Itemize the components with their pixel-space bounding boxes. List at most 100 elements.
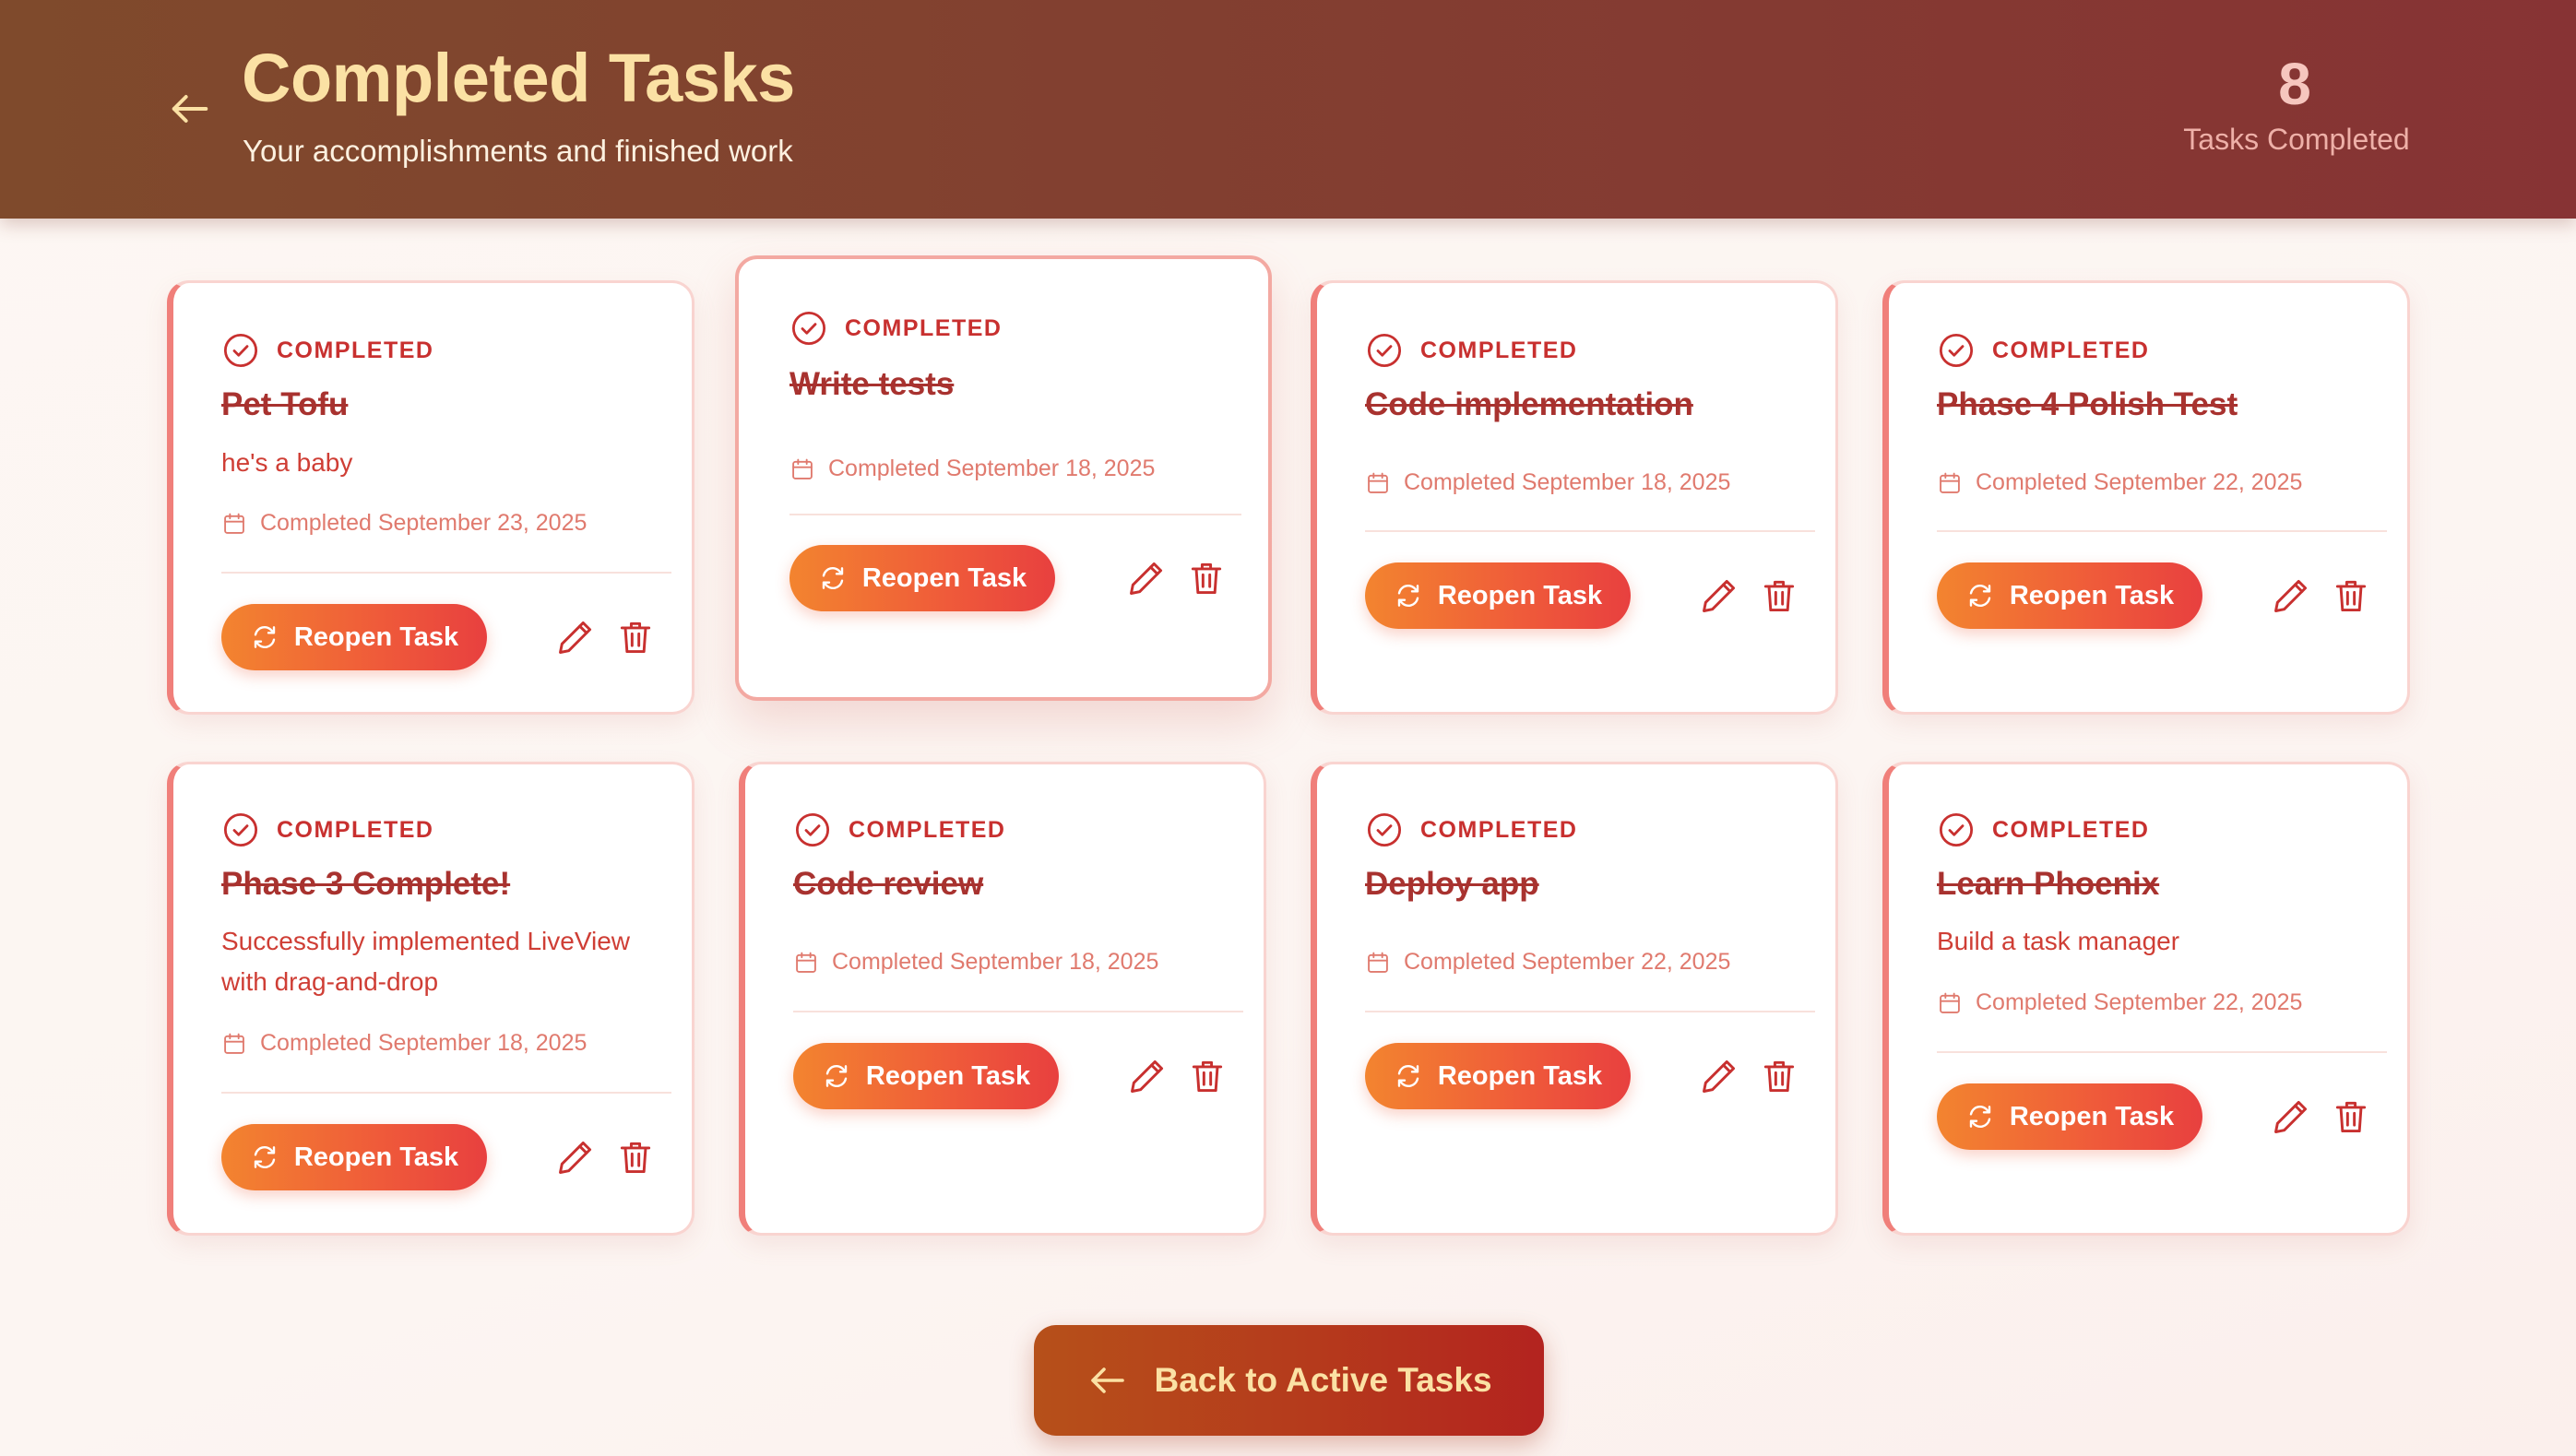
trash-icon[interactable] [2331, 1096, 2371, 1137]
task-description: Build a task manager [1937, 927, 2180, 955]
refresh-icon [254, 626, 276, 648]
status-badge-label: COMPLETED [277, 816, 434, 843]
card-divider [1365, 1011, 1815, 1012]
task-card-deploy-app: COMPLETED Deploy app Completed September… [1311, 762, 1838, 1236]
completed-date-text: Completed September 18, 2025 [832, 949, 1159, 975]
page-header: Completed Tasks Your accomplishments and… [0, 0, 2576, 219]
back-to-active-tasks-label: Back to Active Tasks [1154, 1361, 1492, 1399]
completed-date: Completed September 23, 2025 [221, 510, 587, 537]
refresh-icon [254, 1146, 276, 1168]
task-card-learn-phoenix: COMPLETED Learn Phoenix Build a task man… [1882, 762, 2410, 1236]
reopen-task-label: Reopen Task [2009, 1101, 2175, 1131]
calendar-icon [224, 513, 244, 534]
task-title: Code review [793, 866, 984, 902]
trash-icon[interactable] [1759, 575, 1799, 616]
completed-date-text: Completed September 22, 2025 [1976, 469, 2303, 495]
task-card-write-tests: COMPLETED Write tests Completed Septembe… [735, 255, 1272, 701]
arrow-left-icon[interactable] [166, 85, 214, 133]
task-title: Phase 4 Polish Test [1937, 386, 2238, 422]
pencil-icon[interactable] [2271, 575, 2311, 616]
calendar-icon [1368, 472, 1388, 493]
refresh-icon [1969, 585, 1991, 607]
card-divider [793, 1011, 1243, 1012]
reopen-task-button[interactable]: Reopen Task [793, 1043, 1059, 1109]
calendar-icon [1368, 952, 1388, 973]
card-divider [1937, 1051, 2387, 1053]
check-circle-icon [1939, 333, 1974, 368]
card-divider [221, 572, 671, 574]
status-badge-label: COMPLETED [849, 816, 1006, 843]
reopen-task-label: Reopen Task [1437, 1060, 1603, 1091]
completed-count-label: Tasks Completed [2183, 123, 2410, 156]
trash-icon[interactable] [1187, 1056, 1228, 1096]
trash-icon[interactable] [1759, 1056, 1799, 1096]
trash-icon[interactable] [1186, 558, 1227, 598]
status-badge-label: COMPLETED [845, 314, 1003, 341]
completed-date: Completed September 22, 2025 [1937, 989, 2302, 1016]
task-title: Code implementation [1365, 386, 1693, 422]
task-description: Successfully implemented LiveView with d… [221, 927, 631, 996]
completed-date-text: Completed September 18, 2025 [828, 456, 1156, 481]
task-card-code-implementation: COMPLETED Code implementation Completed … [1311, 280, 1838, 715]
status-badge: COMPLETED [221, 331, 433, 370]
reopen-task-button[interactable]: Reopen Task [1937, 562, 2202, 629]
status-badge-label: COMPLETED [277, 337, 434, 363]
completed-date-text: Completed September 18, 2025 [1404, 469, 1731, 495]
pencil-icon[interactable] [555, 617, 596, 657]
pencil-icon[interactable] [1127, 1056, 1168, 1096]
refresh-icon [1397, 585, 1419, 607]
completed-date: Completed September 22, 2025 [1937, 469, 2302, 496]
completed-date-text: Completed September 22, 2025 [1976, 989, 2303, 1015]
task-title: Learn Phoenix [1937, 866, 2160, 902]
status-badge: COMPLETED [221, 811, 433, 849]
refresh-icon [825, 1065, 848, 1087]
task-card-code-review: COMPLETED Code review Completed Septembe… [739, 762, 1266, 1236]
completed-date: Completed September 18, 2025 [789, 456, 1155, 482]
status-badge: COMPLETED [793, 811, 1005, 849]
pencil-icon[interactable] [2271, 1096, 2311, 1137]
back-to-active-tasks-button[interactable]: Back to Active Tasks [1034, 1325, 1544, 1436]
completed-date: Completed September 18, 2025 [793, 949, 1158, 976]
reopen-task-button[interactable]: Reopen Task [221, 604, 487, 670]
completed-date-text: Completed September 23, 2025 [260, 510, 588, 536]
refresh-icon [822, 567, 844, 589]
reopen-task-label: Reopen Task [2009, 580, 2175, 610]
status-badge: COMPLETED [1937, 811, 2149, 849]
calendar-icon [224, 1033, 244, 1054]
pencil-icon[interactable] [1699, 1056, 1739, 1096]
refresh-icon [1397, 1065, 1419, 1087]
task-title: Phase 3 Complete! [221, 866, 511, 902]
pencil-icon[interactable] [555, 1137, 596, 1178]
status-badge-label: COMPLETED [1420, 816, 1578, 843]
card-divider [1365, 530, 1815, 532]
card-divider [1937, 530, 2387, 532]
completed-date: Completed September 22, 2025 [1365, 949, 1730, 976]
task-title: Deploy app [1365, 866, 1539, 902]
task-description: he's a baby [221, 448, 353, 477]
reopen-task-button[interactable]: Reopen Task [1937, 1083, 2202, 1150]
calendar-icon [1940, 472, 1960, 493]
status-badge: COMPLETED [789, 309, 1002, 348]
calendar-icon [1940, 992, 1960, 1013]
page-subtitle: Your accomplishments and finished work [243, 134, 793, 168]
arrow-left-icon [1091, 1367, 1125, 1393]
completed-count: 8 [2278, 51, 2311, 117]
reopen-task-button[interactable]: Reopen Task [221, 1124, 487, 1190]
trash-icon[interactable] [615, 1137, 656, 1178]
card-divider [789, 514, 1241, 515]
trash-icon[interactable] [2331, 575, 2371, 616]
status-badge-label: COMPLETED [1992, 337, 2150, 363]
task-card-phase-4-polish-test: COMPLETED Phase 4 Polish Test Completed … [1882, 280, 2410, 715]
reopen-task-button[interactable]: Reopen Task [789, 545, 1055, 611]
completed-date-text: Completed September 22, 2025 [1404, 949, 1731, 975]
trash-icon[interactable] [615, 617, 656, 657]
reopen-task-button[interactable]: Reopen Task [1365, 1043, 1631, 1109]
calendar-icon [796, 952, 816, 973]
pencil-icon[interactable] [1699, 575, 1739, 616]
check-circle-icon [791, 311, 826, 346]
status-badge: COMPLETED [1365, 331, 1577, 370]
task-card-pet-tofu: COMPLETED Pet Tofu he's a baby Completed… [167, 280, 694, 715]
reopen-task-button[interactable]: Reopen Task [1365, 562, 1631, 629]
pencil-icon[interactable] [1126, 558, 1167, 598]
check-circle-icon [1367, 812, 1402, 847]
